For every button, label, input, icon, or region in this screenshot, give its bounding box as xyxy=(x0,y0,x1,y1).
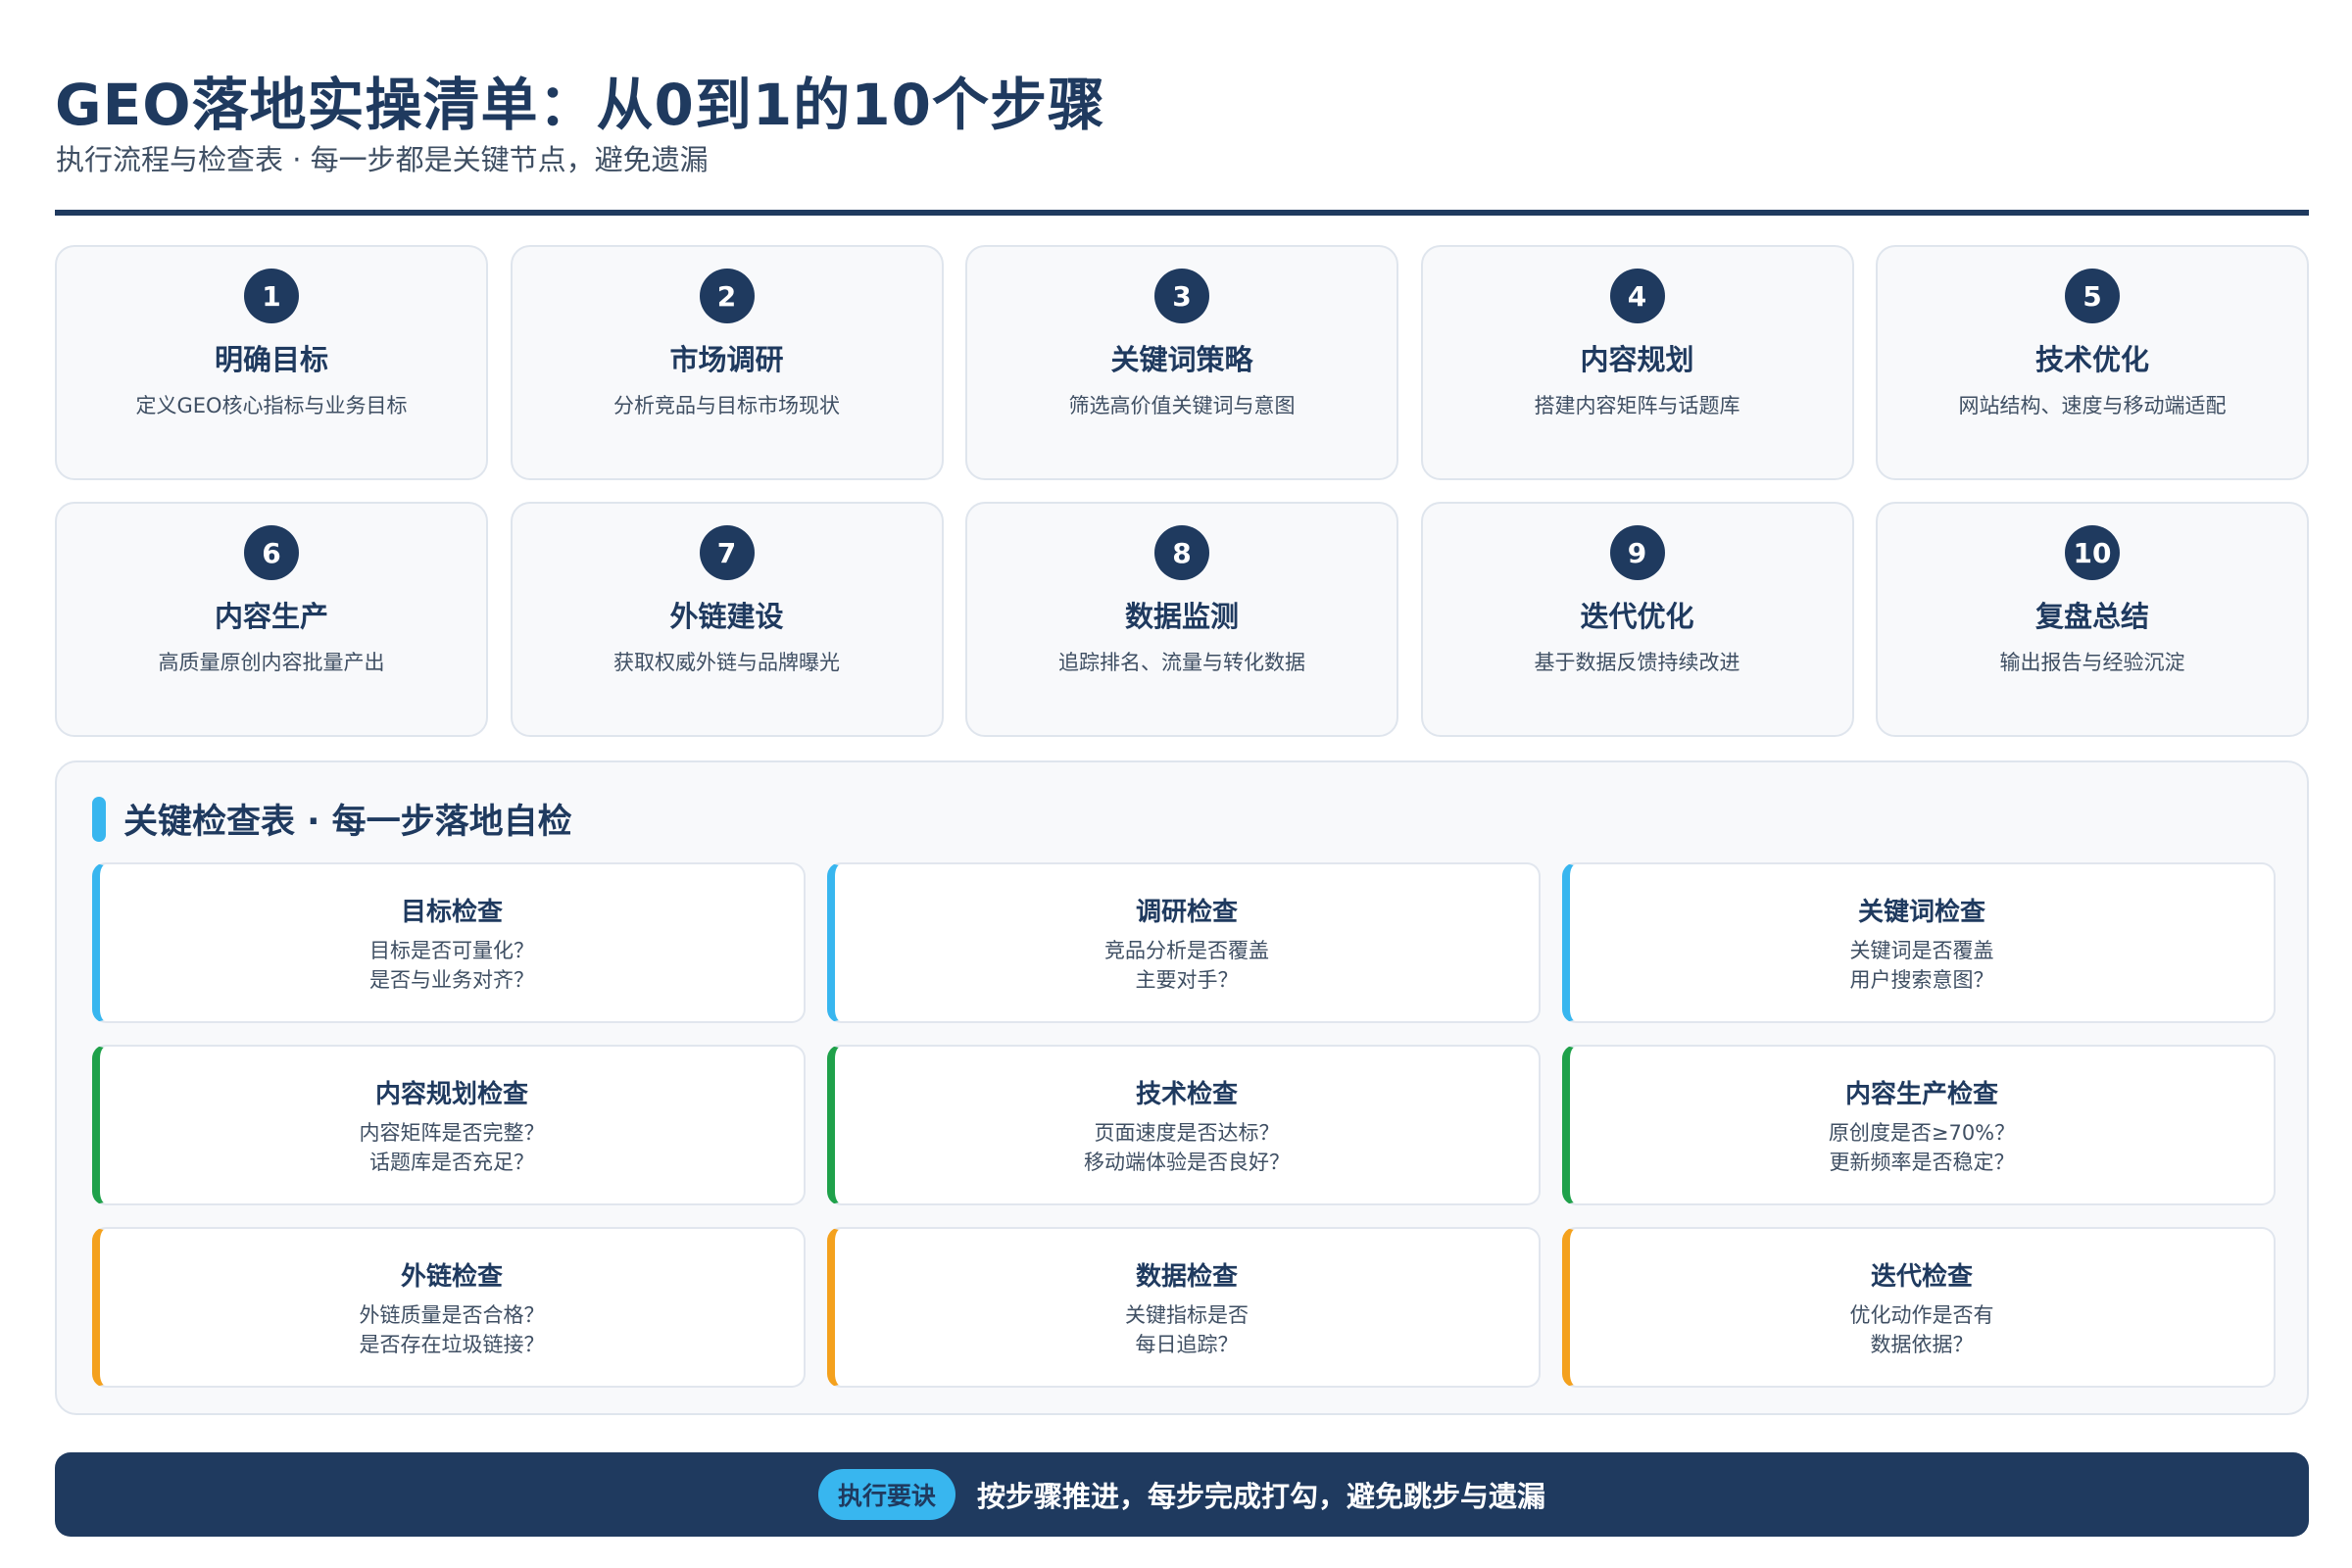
banner-text: 按步骤推进，每步完成打勾，避免跳步与遗漏 xyxy=(977,1480,1546,1513)
check-card-content-production: 内容生产检查 原创度是否≥70%？ 更新频率是否稳定？ xyxy=(1562,1045,2276,1205)
step-description: 高质量原创内容批量产出 xyxy=(158,651,385,674)
step-number-badge: 2 xyxy=(699,269,755,323)
check-card-goal: 目标检查 目标是否可量化？ 是否与业务对齐？ xyxy=(92,862,806,1023)
step-title: 复盘总结 xyxy=(2034,600,2149,633)
check-question: 用户搜索意图？ xyxy=(1849,967,1994,992)
check-question: 目标是否可量化？ xyxy=(369,938,534,962)
checklist-title: 关键检查表 · 每一步落地自检 xyxy=(123,803,572,842)
step-description: 基于数据反馈持续改进 xyxy=(1534,651,1740,674)
title-divider xyxy=(55,210,2309,216)
check-title: 迭代检查 xyxy=(1870,1261,1973,1292)
check-card-tech: 技术检查 页面速度是否达标？ 移动端体验是否良好？ xyxy=(827,1045,1541,1205)
check-question: 移动端体验是否良好？ xyxy=(1084,1150,1290,1174)
step-description: 输出报告与经验沉淀 xyxy=(1999,651,2185,674)
step-title: 数据监测 xyxy=(1124,600,1239,633)
step-description: 获取权威外链与品牌曝光 xyxy=(613,651,840,674)
check-title: 外链检查 xyxy=(400,1261,503,1292)
step-description: 网站结构、速度与移动端适配 xyxy=(1958,394,2227,417)
step-description: 搭建内容矩阵与话题库 xyxy=(1534,394,1740,417)
step-description: 追踪排名、流量与转化数据 xyxy=(1058,651,1305,674)
step-title: 迭代优化 xyxy=(1580,600,1694,633)
step-number-badge: 8 xyxy=(1154,525,1209,580)
check-question: 外链质量是否合格？ xyxy=(359,1302,545,1327)
step-number-badge: 4 xyxy=(1609,269,1665,323)
checklist-accent-bar xyxy=(92,796,106,842)
check-question: 关键指标是否 xyxy=(1125,1302,1249,1327)
step-title: 关键词策略 xyxy=(1110,343,1253,376)
step-card-5: 5 技术优化 网站结构、速度与移动端适配 xyxy=(1876,245,2309,480)
check-card-research: 调研检查 竞品分析是否覆盖 主要对手？ xyxy=(827,862,1541,1023)
step-title: 外链建设 xyxy=(669,600,784,633)
check-question: 原创度是否≥70%？ xyxy=(1828,1120,2016,1145)
step-title: 内容规划 xyxy=(1580,343,1694,376)
check-grid: 目标检查 目标是否可量化？ 是否与业务对齐？ 调研检查 竞品分析是否覆盖 主要对… xyxy=(92,862,2276,1388)
banner-badge: 执行要诀 xyxy=(817,1469,956,1520)
check-question: 内容矩阵是否完整？ xyxy=(359,1120,545,1145)
check-title: 内容规划检查 xyxy=(374,1079,528,1109)
bottom-banner: 执行要诀 按步骤推进，每步完成打勾，避免跳步与遗漏 xyxy=(55,1452,2309,1537)
check-question: 数据依据？ xyxy=(1870,1332,1974,1356)
step-card-2: 2 市场调研 分析竞品与目标市场现状 xyxy=(510,245,944,480)
check-question: 是否存在垃圾链接？ xyxy=(359,1332,545,1356)
step-card-10: 10 复盘总结 输出报告与经验沉淀 xyxy=(1876,502,2309,737)
checklist-header: 关键检查表 · 每一步落地自检 xyxy=(92,794,572,844)
check-question: 是否与业务对齐？ xyxy=(369,967,534,992)
check-question: 话题库是否充足？ xyxy=(369,1150,534,1174)
check-title: 调研检查 xyxy=(1135,897,1238,927)
step-card-3: 3 关键词策略 筛选高价值关键词与意图 xyxy=(965,245,1398,480)
step-number-badge: 9 xyxy=(1609,525,1665,580)
page-subtitle: 执行流程与检查表 · 每一步都是关键节点，避免遗漏 xyxy=(56,143,709,176)
step-title: 明确目标 xyxy=(214,343,328,376)
steps-grid: 1 明确目标 定义GEO核心指标与业务目标 2 市场调研 分析竞品与目标市场现状… xyxy=(55,245,2309,737)
step-number-badge: 6 xyxy=(244,525,299,580)
step-title: 市场调研 xyxy=(669,343,784,376)
check-card-iteration: 迭代检查 优化动作是否有 数据依据？ xyxy=(1562,1227,2276,1388)
step-number-badge: 1 xyxy=(244,269,299,323)
check-question: 关键词是否覆盖 xyxy=(1849,938,1994,962)
step-card-7: 7 外链建设 获取权威外链与品牌曝光 xyxy=(510,502,944,737)
check-card-keyword: 关键词检查 关键词是否覆盖 用户搜索意图？ xyxy=(1562,862,2276,1023)
step-description: 分析竞品与目标市场现状 xyxy=(613,394,840,417)
checklist-panel: 关键检查表 · 每一步落地自检 目标检查 目标是否可量化？ 是否与业务对齐？ 调… xyxy=(55,760,2309,1415)
step-description: 定义GEO核心指标与业务目标 xyxy=(135,394,408,417)
step-card-1: 1 明确目标 定义GEO核心指标与业务目标 xyxy=(55,245,488,480)
check-title: 关键词检查 xyxy=(1857,897,1985,927)
check-card-data: 数据检查 关键指标是否 每日追踪？ xyxy=(827,1227,1541,1388)
check-question: 竞品分析是否覆盖 xyxy=(1104,938,1269,962)
step-card-9: 9 迭代优化 基于数据反馈持续改进 xyxy=(1420,502,1854,737)
step-card-4: 4 内容规划 搭建内容矩阵与话题库 xyxy=(1420,245,1854,480)
check-title: 数据检查 xyxy=(1135,1261,1238,1292)
step-title: 内容生产 xyxy=(214,600,328,633)
check-card-content-plan: 内容规划检查 内容矩阵是否完整？ 话题库是否充足？ xyxy=(92,1045,806,1205)
check-title: 目标检查 xyxy=(400,897,503,927)
step-number-badge: 7 xyxy=(699,525,755,580)
check-card-backlink: 外链检查 外链质量是否合格？ 是否存在垃圾链接？ xyxy=(92,1227,806,1388)
check-question: 优化动作是否有 xyxy=(1849,1302,1994,1327)
step-number-badge: 5 xyxy=(2065,269,2120,323)
step-number-badge: 3 xyxy=(1154,269,1209,323)
step-title: 技术优化 xyxy=(2034,343,2149,376)
check-question: 主要对手？ xyxy=(1135,967,1239,992)
step-description: 筛选高价值关键词与意图 xyxy=(1068,394,1296,417)
step-card-6: 6 内容生产 高质量原创内容批量产出 xyxy=(55,502,488,737)
step-card-8: 8 数据监测 追踪排名、流量与转化数据 xyxy=(965,502,1398,737)
page-title: GEO落地实操清单：从0到1的10个步骤 xyxy=(55,72,1105,138)
check-title: 内容生产检查 xyxy=(1844,1079,1998,1109)
step-number-badge: 10 xyxy=(2065,525,2120,580)
check-title: 技术检查 xyxy=(1135,1079,1238,1109)
check-question: 更新频率是否稳定？ xyxy=(1829,1150,2015,1174)
check-question: 每日追踪？ xyxy=(1135,1332,1239,1356)
check-question: 页面速度是否达标？ xyxy=(1094,1120,1280,1145)
